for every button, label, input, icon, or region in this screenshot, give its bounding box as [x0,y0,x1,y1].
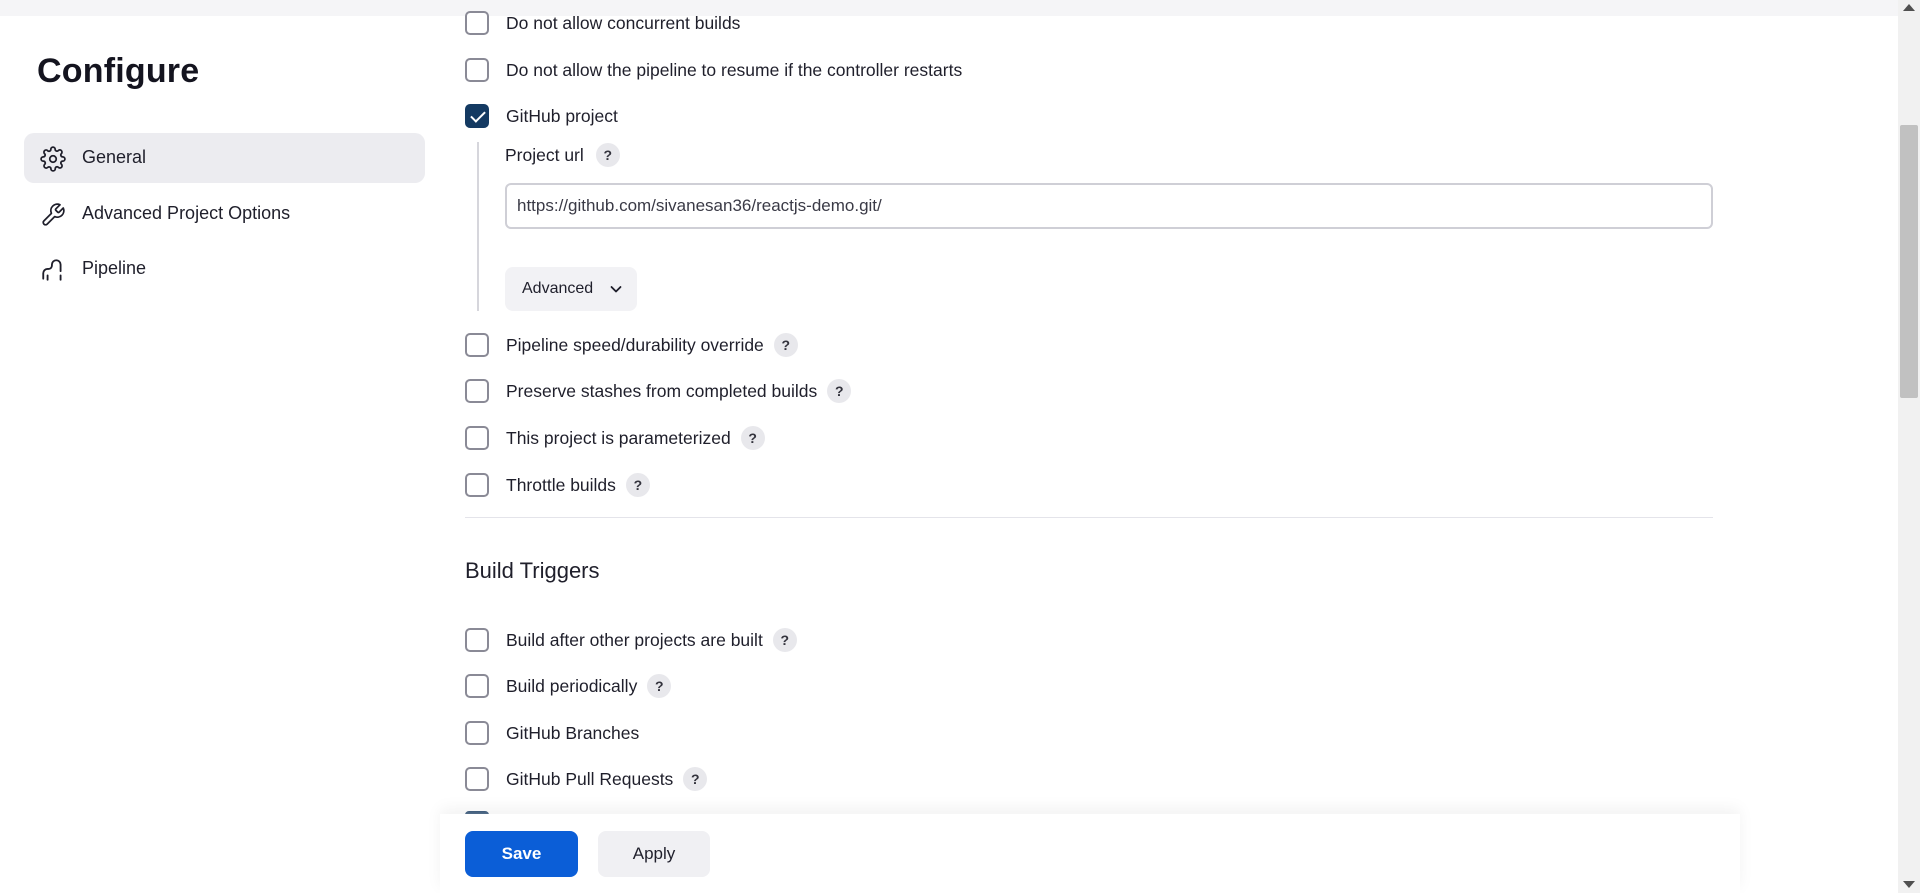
checkbox[interactable] [465,767,489,791]
checkbox-checked[interactable] [465,104,489,128]
trigger-build-after-other-projects[interactable]: Build after other projects are built ? [465,626,797,654]
option-label: Do not allow the pipeline to resume if t… [506,59,963,80]
option-do-not-allow-concurrent-builds[interactable]: Do not allow concurrent builds [465,9,740,37]
option-pipeline-speed-override[interactable]: Pipeline speed/durability override ? [465,331,798,359]
checkbox[interactable] [465,58,489,82]
checkbox[interactable] [465,426,489,450]
checkbox[interactable] [465,628,489,652]
trigger-github-pull-requests[interactable]: GitHub Pull Requests ? [465,765,708,793]
field-label-text: Project url [505,144,584,165]
main-content: Do not allow concurrent builds Do not al… [0,0,1898,893]
project-url-label: Project url ? [505,143,620,167]
apply-button[interactable]: Apply [598,831,710,877]
trigger-build-periodically[interactable]: Build periodically ? [465,672,672,700]
checkbox[interactable] [465,379,489,403]
nested-section-line [477,142,479,311]
option-label: Pipeline speed/durability override [506,334,764,355]
checkbox[interactable] [465,721,489,745]
option-label: GitHub Pull Requests [506,768,674,789]
scroll-down-icon[interactable] [1903,881,1915,888]
option-label: Preserve stashes from completed builds [506,380,818,401]
help-icon[interactable]: ? [772,628,797,652]
option-label: Do not allow concurrent builds [506,12,741,33]
advanced-button-label: Advanced [522,280,594,297]
option-label: Build periodically [506,675,638,696]
option-label: Build after other projects are built [506,629,763,650]
option-preserve-stashes[interactable]: Preserve stashes from completed builds ? [465,377,852,405]
option-label: Throttle builds [506,474,616,495]
project-url-input[interactable] [505,183,1713,229]
help-icon[interactable]: ? [625,473,650,497]
option-throttle-builds[interactable]: Throttle builds ? [465,471,650,499]
build-triggers-title: Build Triggers [465,558,600,583]
checkbox[interactable] [465,333,489,357]
chevron-down-icon [610,286,622,293]
option-label: GitHub Branches [506,722,640,743]
option-label: This project is parameterized [506,427,731,448]
help-icon[interactable]: ? [740,426,765,450]
save-button[interactable]: Save [465,831,578,877]
help-icon[interactable]: ? [683,767,708,791]
checkbox[interactable] [465,473,489,497]
scrollbar-thumb[interactable] [1900,125,1918,398]
help-icon[interactable]: ? [827,379,852,403]
advanced-button[interactable]: Advanced [505,267,637,311]
option-do-not-allow-resume[interactable]: Do not allow the pipeline to resume if t… [465,56,962,84]
help-icon[interactable]: ? [773,333,798,357]
checkbox[interactable] [465,11,489,35]
option-parameterized[interactable]: This project is parameterized ? [465,424,765,452]
scroll-up-icon[interactable] [1903,4,1915,11]
checkbox[interactable] [465,674,489,698]
option-github-project[interactable]: GitHub project [465,102,618,130]
section-divider [465,517,1713,518]
help-icon[interactable]: ? [595,143,620,167]
help-icon[interactable]: ? [647,674,672,698]
trigger-github-branches[interactable]: GitHub Branches [465,719,639,747]
option-label: GitHub project [506,105,618,126]
